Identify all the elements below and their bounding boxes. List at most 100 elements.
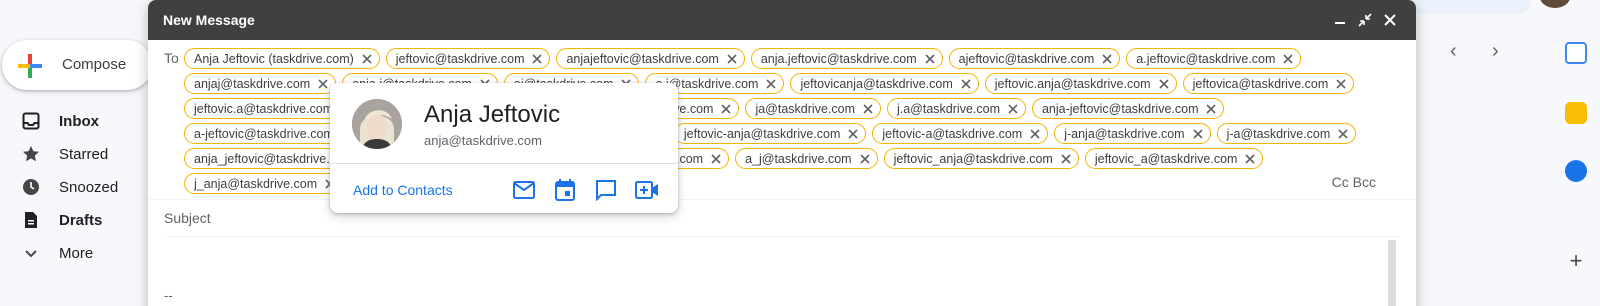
recipient-chip[interactable]: j_anja@taskdrive.com (184, 173, 344, 194)
tasks-app-icon[interactable] (1565, 160, 1587, 182)
recipient-chip-label: jeftovic@taskdrive.com (395, 51, 525, 66)
remove-recipient-icon[interactable] (709, 152, 723, 166)
chevron-down-icon (22, 244, 40, 262)
remove-recipient-icon[interactable] (1334, 77, 1348, 91)
to-label: To (164, 50, 179, 66)
older-page-icon[interactable]: › (1492, 40, 1499, 63)
recipient-chip[interactable]: ja@taskdrive.com (745, 98, 881, 119)
recipient-chip[interactable]: jeftovicanja@taskdrive.com (790, 73, 979, 94)
inbox-icon (22, 112, 40, 130)
recipient-chip-label: ajeftovic@taskdrive.com (958, 51, 1095, 66)
calendar-app-icon[interactable] (1565, 42, 1587, 64)
recipient-chip[interactable]: ajeftovic@taskdrive.com (948, 48, 1121, 69)
recipient-chip-label: anjajeftovic@taskdrive.com (566, 51, 719, 66)
search-bar-edge[interactable] (1410, 0, 1530, 14)
cc-bcc-link[interactable]: Cc Bcc (1332, 174, 1376, 190)
add-to-contacts-link[interactable]: Add to Contacts (353, 182, 453, 198)
recipient-chip[interactable]: j-anja@taskdrive.com (1054, 123, 1211, 144)
sidebar-item-more[interactable]: More (0, 237, 150, 269)
recipient-chip-label: jeftovic.anja@taskdrive.com (994, 76, 1151, 91)
recipient-chip-label: jeftovica@taskdrive.com (1192, 76, 1329, 91)
signature: -- (164, 288, 173, 303)
recipient-chip[interactable]: jeftovic_anja@taskdrive.com (883, 148, 1079, 169)
body-scrollbar[interactable] (1388, 240, 1396, 306)
remove-recipient-icon[interactable] (1281, 52, 1295, 66)
keep-app-icon[interactable] (1565, 102, 1587, 124)
recipient-chip-label: j_anja@taskdrive.com (194, 176, 318, 191)
remove-recipient-icon[interactable] (1204, 102, 1218, 116)
sidebar-item-starred[interactable]: Starred (0, 138, 150, 170)
remove-recipient-icon[interactable] (1028, 127, 1042, 141)
minimize-icon[interactable] (1329, 9, 1351, 31)
recipient-chip[interactable]: jeftovic@taskdrive.com (385, 48, 551, 69)
recipient-chip[interactable]: anjaj@taskdrive.com (184, 73, 337, 94)
recipient-chip-label: anjaj@taskdrive.com (194, 76, 311, 91)
sidebar-item-label: Starred (59, 146, 109, 163)
remove-recipient-icon[interactable] (959, 77, 973, 91)
sidebar-item-drafts[interactable]: Drafts (0, 204, 150, 236)
recipient-chip-label: jeftovicanja@taskdrive.com (800, 76, 953, 91)
remove-recipient-icon[interactable] (1157, 77, 1171, 91)
recipient-chip[interactable]: j.a@taskdrive.com (886, 98, 1026, 119)
add-addon-icon[interactable]: + (1565, 250, 1587, 272)
recipient-chip-label: a.jeftovic@taskdrive.com (1136, 51, 1276, 66)
recipient-chip[interactable]: jeftovic-a@taskdrive.com (872, 123, 1049, 144)
chat-icon[interactable] (593, 177, 619, 203)
contact-avatar (352, 99, 402, 149)
newer-page-icon[interactable]: ‹ (1450, 40, 1457, 63)
recipient-chip[interactable]: a_j@taskdrive.com (735, 148, 878, 169)
remove-recipient-icon[interactable] (923, 52, 937, 66)
gmail-logo (60, 0, 100, 4)
recipient-chip[interactable]: jeftovic.anja@taskdrive.com (984, 73, 1177, 94)
compose-button[interactable]: Compose (2, 40, 152, 90)
sidebar: Compose Inbox Starred Snoozed Drafts Mor… (0, 0, 152, 306)
recipient-chip-label: anja-jeftovic@taskdrive.com (1041, 101, 1199, 116)
sidebar-item-label: Inbox (59, 113, 99, 130)
remove-recipient-icon[interactable] (530, 52, 544, 66)
subject-placeholder: Subject (164, 210, 211, 226)
sidebar-item-snoozed[interactable]: Snoozed (0, 171, 150, 203)
recipient-chip[interactable]: j-a@taskdrive.com (1216, 123, 1357, 144)
contact-name: Anja Jeftovic (424, 101, 561, 128)
close-icon[interactable] (1379, 9, 1401, 31)
compose-title: New Message (163, 12, 255, 28)
recipient-chip-label: jeftovic_anja@taskdrive.com (893, 151, 1053, 166)
remove-recipient-icon[interactable] (858, 152, 872, 166)
remove-recipient-icon[interactable] (360, 52, 374, 66)
recipient-chip[interactable]: anja.jeftovic@taskdrive.com (750, 48, 943, 69)
calendar-icon[interactable] (552, 177, 578, 203)
recipient-chip[interactable]: Anja Jeftovic (taskdrive.com) (184, 48, 380, 69)
plus-icon (16, 52, 44, 80)
clock-icon (22, 178, 40, 196)
remove-recipient-icon[interactable] (1059, 152, 1073, 166)
remove-recipient-icon[interactable] (1243, 152, 1257, 166)
recipient-chip[interactable]: jeftovica@taskdrive.com (1182, 73, 1355, 94)
side-panel-rail: + (1556, 0, 1600, 306)
recipient-chip-label: a_j@taskdrive.com (745, 151, 852, 166)
recipient-chip-label: jeftovic_a@taskdrive.com (1094, 151, 1238, 166)
recipient-chip-label: ja@taskdrive.com (755, 101, 855, 116)
remove-recipient-icon[interactable] (725, 52, 739, 66)
recipient-chip[interactable]: a.jeftovic@taskdrive.com (1126, 48, 1302, 69)
remove-recipient-icon[interactable] (1336, 127, 1350, 141)
recipient-chip[interactable]: jeftovic-anja@taskdrive.com (673, 123, 867, 144)
sidebar-item-inbox[interactable]: Inbox (0, 105, 150, 137)
exit-fullscreen-icon[interactable] (1354, 9, 1376, 31)
recipient-chip[interactable]: jeftovic_a@taskdrive.com (1084, 148, 1264, 169)
recipient-chip-label: anja.jeftovic@taskdrive.com (760, 51, 917, 66)
video-call-icon[interactable] (634, 177, 660, 203)
sidebar-item-label: More (59, 245, 94, 262)
recipient-chip[interactable]: anjajeftovic@taskdrive.com (556, 48, 745, 69)
email-icon[interactable] (511, 177, 537, 203)
remove-recipient-icon[interactable] (764, 77, 778, 91)
remove-recipient-icon[interactable] (1191, 127, 1205, 141)
recipient-chip[interactable]: anja-jeftovic@taskdrive.com (1031, 98, 1225, 119)
remove-recipient-icon[interactable] (861, 102, 875, 116)
remove-recipient-icon[interactable] (316, 77, 330, 91)
remove-recipient-icon[interactable] (1006, 102, 1020, 116)
remove-recipient-icon[interactable] (846, 127, 860, 141)
recipient-chip-label: a-jeftovic@taskdrive.com (194, 126, 334, 141)
recipient-chip-label: Anja Jeftovic (taskdrive.com) (194, 51, 354, 66)
remove-recipient-icon[interactable] (1100, 52, 1114, 66)
remove-recipient-icon[interactable] (719, 102, 733, 116)
